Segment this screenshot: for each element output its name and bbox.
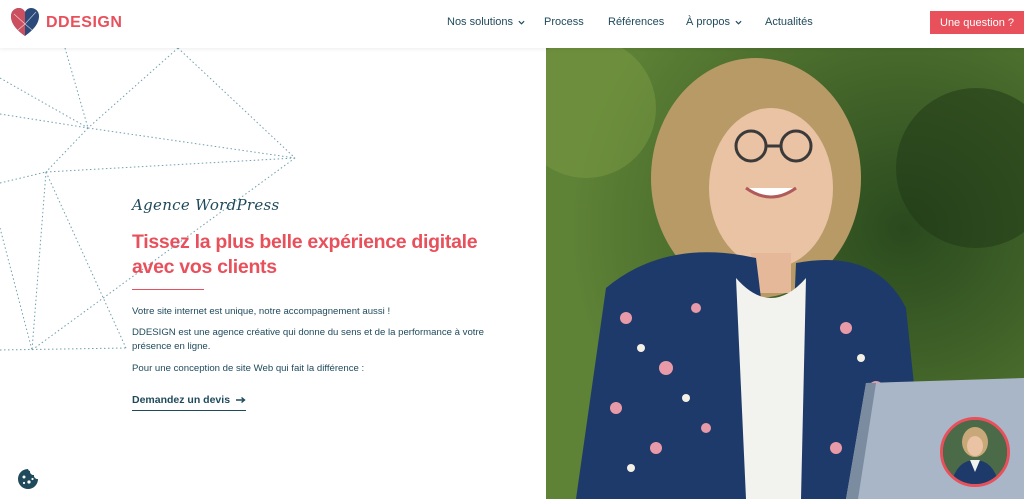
main-nav: Nos solutions Process Références À propo…: [0, 16, 1024, 32]
cookie-icon[interactable]: [17, 468, 39, 490]
hero-paragraph: Votre site internet est unique, notre ac…: [132, 306, 391, 317]
nav-item-a-propos[interactable]: À propos: [686, 16, 742, 28]
nav-item-label: À propos: [686, 16, 731, 28]
hero-paragraph: DDESIGN est une agence créative qui donn…: [132, 327, 484, 352]
hero-tagline: Agence WordPress: [132, 196, 280, 214]
site-header: DDESIGN Nos solutions Process Références…: [0, 0, 1024, 48]
nav-item-references[interactable]: Références: [608, 16, 664, 28]
nav-item-actualites[interactable]: Actualités: [765, 16, 813, 28]
avatar-illustration: [943, 420, 1007, 484]
arrow-right-icon: [236, 396, 246, 404]
quote-request-label: Demandez un devis: [132, 394, 231, 406]
nav-item-process[interactable]: Process: [544, 16, 584, 28]
nav-item-label: Actualités: [765, 16, 813, 28]
nav-item-solutions[interactable]: Nos solutions: [447, 16, 525, 28]
nav-item-label: Références: [608, 16, 665, 28]
nav-item-label: Nos solutions: [447, 16, 514, 28]
chevron-down-icon: [518, 20, 525, 25]
nav-item-label: Process: [544, 16, 584, 28]
question-button[interactable]: Une question ?: [930, 11, 1024, 34]
quote-request-link[interactable]: Demandez un devis: [132, 394, 247, 411]
avatar[interactable]: [940, 417, 1010, 487]
hero-paragraph: Pour une conception de site Web qui fait…: [132, 363, 365, 374]
hero-headline: Tissez la plus belle expérience digitale…: [132, 231, 478, 278]
chevron-down-icon: [735, 20, 742, 25]
divider: [132, 289, 204, 290]
